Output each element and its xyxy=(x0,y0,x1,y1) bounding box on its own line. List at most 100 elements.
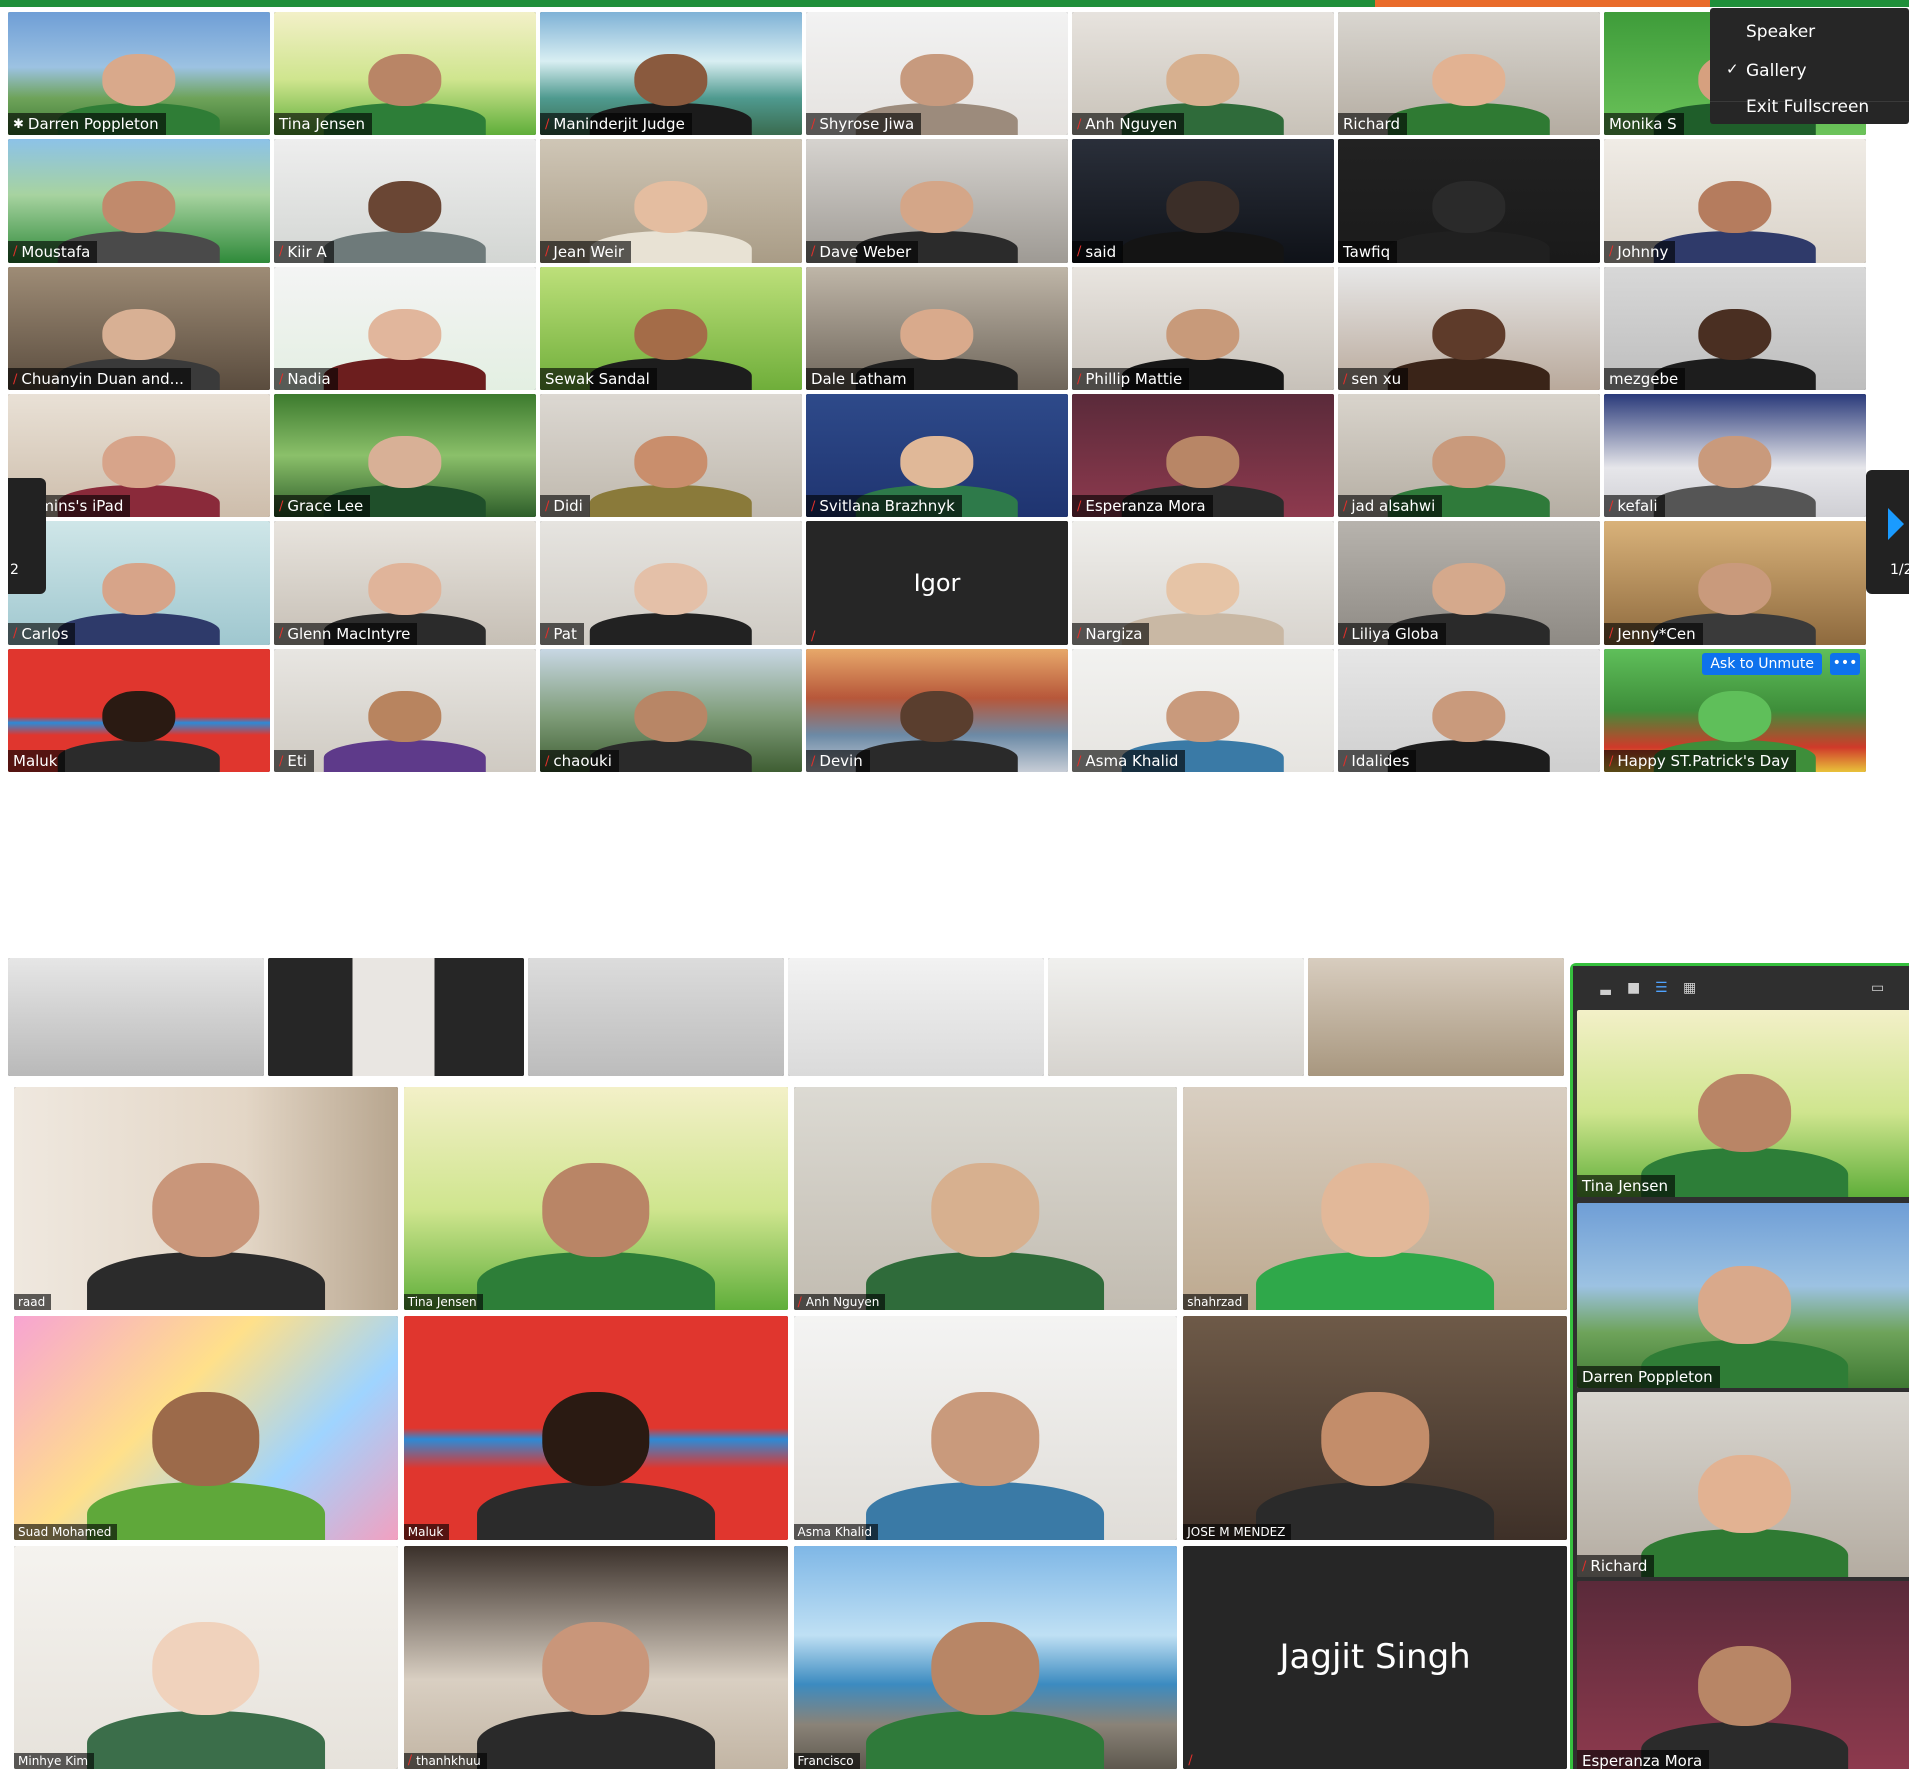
mute-indicator: ∕ xyxy=(1183,1752,1199,1769)
participant-tile-partial[interactable] xyxy=(1048,958,1304,1076)
participant-tile[interactable]: ∕ said xyxy=(1072,139,1334,263)
participant-tile[interactable]: ∕ Happy ST.Patrick's Day Ask to Unmute ••• xyxy=(1604,648,1866,772)
name-label: ∕ jad alsahwi xyxy=(1338,495,1443,518)
participant-tile[interactable]: ∕ jad alsahwi xyxy=(1338,394,1600,518)
minimize-icon[interactable]: ▬ xyxy=(1599,984,1612,1000)
participant-tile[interactable]: ∕ Idalides xyxy=(1338,648,1600,772)
participant-tile[interactable]: JOSE M MENDEZ xyxy=(1183,1316,1567,1540)
participant-tile[interactable]: Jagjit Singh ∕ xyxy=(1183,1545,1567,1769)
name-label: Richard xyxy=(1338,113,1407,136)
name-label: ∕ Johnny xyxy=(1604,240,1676,263)
gallery-view-option[interactable]: Gallery xyxy=(1746,61,1807,81)
participant-tile[interactable]: ∕ Pat xyxy=(540,521,802,645)
participant-body xyxy=(1121,230,1285,263)
ask-to-unmute-button[interactable]: Ask to Unmute xyxy=(1702,652,1822,675)
participant-tile[interactable]: ∕ Shyrose Jiwa xyxy=(806,12,1068,136)
participant-tile[interactable]: Francisco xyxy=(793,1545,1178,1769)
participant-tile[interactable]: ∕ Johnny xyxy=(1604,139,1866,263)
participant-tile[interactable]: ∕ Anh Nguyen xyxy=(793,1087,1178,1311)
participant-tile-partial[interactable] xyxy=(268,958,524,1076)
participant-name: said xyxy=(1085,242,1117,261)
participant-name: jad alsahwi xyxy=(1351,497,1436,516)
participant-face xyxy=(931,1162,1040,1257)
participant-tile[interactable]: Minhye Kim xyxy=(14,1545,398,1769)
participant-tile[interactable]: Tawfiq xyxy=(1338,139,1600,263)
participant-tile[interactable]: ✱ Darren Poppleton xyxy=(8,12,270,136)
active-speaker-view-icon[interactable]: ☰ xyxy=(1655,980,1668,996)
participant-tile[interactable]: ∕ chaouki xyxy=(540,648,802,772)
participant-tile[interactable]: ∕ thanhkhuu xyxy=(403,1545,788,1769)
next-page-button[interactable]: 1/2 xyxy=(1866,470,1909,594)
name-label: ∕ Dave Weber xyxy=(806,240,919,263)
gallery-grid-icon[interactable]: ▦ xyxy=(1683,980,1696,996)
participant-tile[interactable]: Richard xyxy=(1338,12,1600,136)
participant-tile[interactable]: ∕ Kiir A xyxy=(274,139,536,263)
participant-tile[interactable]: Dale Latham xyxy=(806,266,1068,390)
participant-tile[interactable]: ∕ Phillip Mattie xyxy=(1072,266,1334,390)
participant-face xyxy=(1166,53,1240,106)
participant-tile[interactable]: ∕ Nargiza xyxy=(1072,521,1334,645)
participant-tile[interactable]: ∕ Carlos xyxy=(8,521,270,645)
participant-tile[interactable]: ∕ Anh Nguyen xyxy=(1072,12,1334,136)
participant-tile[interactable]: Asma Khalid xyxy=(793,1316,1178,1540)
participant-tile[interactable]: ∕ Jenny*Cen xyxy=(1604,521,1866,645)
participant-tile-partial[interactable] xyxy=(528,958,784,1076)
participant-tile[interactable]: Maluk xyxy=(403,1316,788,1540)
participant-tile[interactable]: ∕ Devin xyxy=(806,648,1068,772)
participant-tile[interactable]: Tina Jensen xyxy=(274,12,536,136)
participant-tile[interactable]: shahrzad xyxy=(1183,1087,1567,1311)
participant-tile[interactable]: ∕ Jean Weir xyxy=(540,139,802,263)
previous-page-button[interactable]: 2 xyxy=(8,478,46,594)
participant-tile[interactable]: ∕ sen xu xyxy=(1338,266,1600,390)
gallery-partial-row xyxy=(8,958,1564,1076)
exit-panel-icon[interactable]: ▭ xyxy=(1871,980,1884,996)
participant-tile[interactable]: ∕ Moustafa xyxy=(8,139,270,263)
participant-tile[interactable]: Narmins's iPad xyxy=(8,394,270,518)
participant-tile[interactable]: ∕ Richard xyxy=(1577,1392,1909,1577)
participant-tile[interactable]: Tina Jensen xyxy=(403,1087,788,1311)
participant-tile[interactable]: ∕ Maninderjit Judge xyxy=(540,12,802,136)
participant-name: Francisco xyxy=(797,1753,854,1768)
participant-tile[interactable]: ∕ kefali xyxy=(1604,394,1866,518)
participant-face xyxy=(541,1392,650,1487)
participant-tile[interactable]: ∕ Liliya Globa xyxy=(1338,521,1600,645)
participant-tile[interactable]: Darren Poppleton xyxy=(1577,1203,1909,1388)
participant-tile[interactable]: ∕ Asma Khalid xyxy=(1072,648,1334,772)
participant-tile[interactable]: Esperanza Mora xyxy=(1577,1581,1909,1769)
participant-tile[interactable]: Tina Jensen xyxy=(1577,1010,1909,1197)
second-gallery-grid: raad Tina Jensen ∕ Anh Nguyen shahrzad Suad M… xyxy=(14,1087,1567,1769)
participant-tile[interactable]: Maluk xyxy=(8,648,270,772)
participant-tile[interactable]: ∕ Glenn MacIntyre xyxy=(274,521,536,645)
participant-tile[interactable]: raad xyxy=(14,1087,398,1311)
participant-tile[interactable]: ∕ Dave Weber xyxy=(806,139,1068,263)
participant-tile[interactable]: mezgebe xyxy=(1604,266,1866,390)
more-options-button[interactable]: ••• xyxy=(1830,652,1860,675)
participant-tile[interactable]: ∕ Svitlana Brazhnyk xyxy=(806,394,1068,518)
participant-tile-partial[interactable] xyxy=(788,958,1044,1076)
participant-tile-partial[interactable] xyxy=(1308,958,1564,1076)
participant-tile[interactable]: ∕ Esperanza Mora xyxy=(1072,394,1334,518)
muted-mic-icon: ∕ xyxy=(1343,498,1348,514)
hide-video-icon[interactable]: ■ xyxy=(1627,980,1640,996)
participant-face xyxy=(931,1392,1040,1487)
participant-tile[interactable]: Igor ∕ xyxy=(806,521,1068,645)
participant-tile[interactable]: ∕ Chuanyin Duan and... xyxy=(8,266,270,390)
participant-tile[interactable]: ∕ Grace Lee xyxy=(274,394,536,518)
next-arrow-icon xyxy=(1888,508,1904,540)
participant-face xyxy=(368,181,442,234)
participant-tile[interactable]: Sewak Sandal xyxy=(540,266,802,390)
participant-name: Didi xyxy=(553,497,583,516)
participant-body xyxy=(323,357,487,390)
exit-fullscreen-option[interactable]: Exit Fullscreen xyxy=(1746,97,1869,117)
muted-mic-icon: ∕ xyxy=(811,498,816,514)
participant-face xyxy=(102,181,176,234)
participant-tile[interactable]: ∕ Eti xyxy=(274,648,536,772)
floating-video-panel[interactable]: ▬ ■ ☰ ▦ ▭ Tina Jensen Darren Poppleton ∕ Ri… xyxy=(1570,963,1909,1769)
participant-tile-partial[interactable] xyxy=(8,958,264,1076)
name-label: ∕ Happy ST.Patrick's Day xyxy=(1604,750,1797,772)
participant-body xyxy=(86,1252,325,1311)
participant-tile[interactable]: ∕ Nadia xyxy=(274,266,536,390)
participant-tile[interactable]: Suad Mohamed xyxy=(14,1316,398,1540)
speaker-view-option[interactable]: Speaker xyxy=(1746,22,1815,42)
participant-tile[interactable]: ∕ Didi xyxy=(540,394,802,518)
